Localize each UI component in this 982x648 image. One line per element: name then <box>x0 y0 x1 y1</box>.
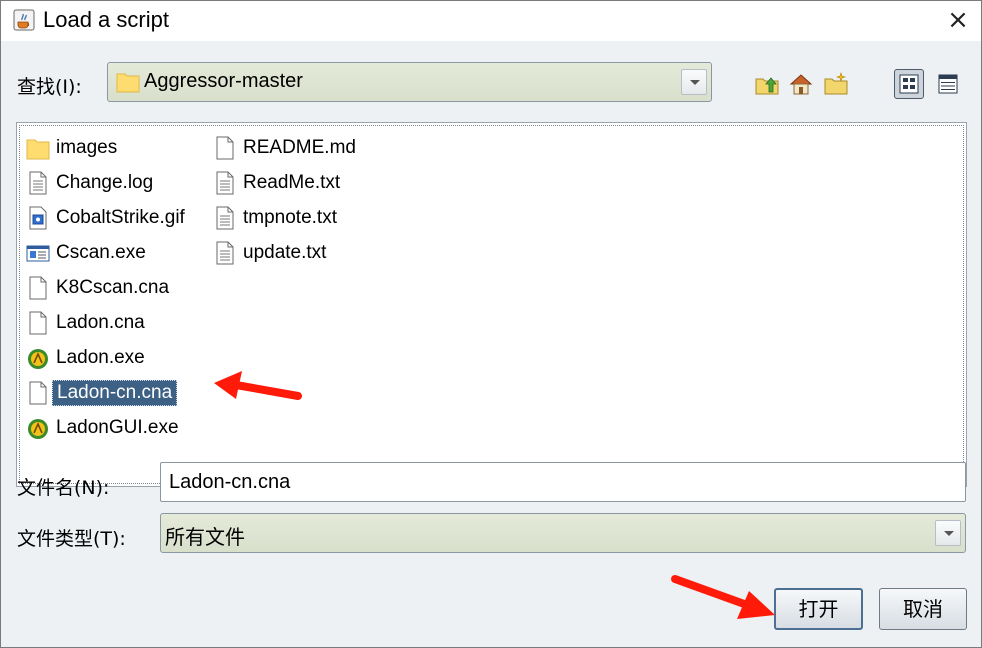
lookin-combobox[interactable]: Aggressor-master <box>107 62 712 102</box>
file-item[interactable]: README.md <box>213 130 356 165</box>
file-item[interactable]: tmpnote.txt <box>213 200 356 235</box>
file-item[interactable]: Ladon.exe <box>26 340 185 375</box>
blank-file-icon <box>26 275 50 301</box>
file-item[interactable]: Cscan.exe <box>26 235 185 270</box>
file-name: ReadMe.txt <box>243 171 341 193</box>
file-column-1: images Change.log CobaltStrike.gif Cscan.ex… <box>26 130 185 445</box>
filename-label: 文件名(N): <box>17 477 110 499</box>
folder-icon <box>26 135 50 161</box>
open-button[interactable]: 打开 <box>774 588 863 630</box>
file-name: LadonGUI.exe <box>56 416 179 438</box>
file-column-2: README.md ReadMe.txt tmpnote.txt update.txt <box>213 130 356 270</box>
file-list-viewport: images Change.log CobaltStrike.gif Cscan.ex… <box>19 125 964 484</box>
lookin-label: 查找(I): <box>17 76 82 98</box>
file-item[interactable]: Change.log <box>26 165 185 200</box>
filetype-dropdown-arrow[interactable] <box>935 520 961 546</box>
file-name: Change.log <box>56 171 154 193</box>
file-item[interactable]: K8Cscan.cna <box>26 270 185 305</box>
file-item[interactable]: images <box>26 130 185 165</box>
lookin-dropdown-arrow[interactable] <box>681 69 707 95</box>
blank-file-icon <box>213 135 237 161</box>
load-script-dialog: Load a script × 查找(I): Aggressor-master <box>0 0 982 648</box>
ladon-app-icon <box>26 345 50 371</box>
text-file-icon <box>26 170 50 196</box>
dialog-title: Load a script <box>43 7 169 32</box>
text-file-icon <box>213 205 237 231</box>
close-button[interactable]: × <box>941 4 975 36</box>
file-name: tmpnote.txt <box>243 206 337 228</box>
ladon-app-icon <box>26 415 50 441</box>
lookin-value: Aggressor-master <box>144 70 303 92</box>
details-view-icon <box>938 74 958 94</box>
list-view-icon <box>899 74 919 94</box>
cancel-button[interactable]: 取消 <box>879 588 967 630</box>
file-name: images <box>56 136 118 158</box>
file-item[interactable]: CobaltStrike.gif <box>26 200 185 235</box>
filetype-label: 文件类型(T): <box>17 528 126 550</box>
filename-input[interactable] <box>160 462 966 502</box>
filetype-combobox[interactable]: 所有文件 <box>160 513 966 553</box>
text-file-icon <box>213 240 237 266</box>
file-item[interactable]: LadonGUI.exe <box>26 410 185 445</box>
dialog-body: 查找(I): Aggressor-master images Change.lo… <box>1 42 981 647</box>
file-name: CobaltStrike.gif <box>56 206 185 228</box>
file-name: Ladon.exe <box>56 346 145 368</box>
file-name: README.md <box>243 136 356 158</box>
exe-window-icon <box>26 240 50 266</box>
file-name: update.txt <box>243 241 327 263</box>
file-item[interactable]: update.txt <box>213 235 356 270</box>
image-file-icon <box>26 205 50 231</box>
title-bar: Load a script × <box>1 1 981 41</box>
up-one-level-icon[interactable] <box>754 71 780 97</box>
file-list[interactable]: images Change.log CobaltStrike.gif Cscan.ex… <box>16 122 967 487</box>
blank-file-icon <box>26 380 50 406</box>
file-name: Ladon-cn.cna <box>52 379 178 406</box>
blank-file-icon <box>26 310 50 336</box>
file-item[interactable]: ReadMe.txt <box>213 165 356 200</box>
text-file-icon <box>213 170 237 196</box>
file-name: Ladon.cna <box>56 311 145 333</box>
new-folder-icon[interactable] <box>823 71 849 97</box>
file-name: K8Cscan.cna <box>56 276 170 298</box>
list-view-button[interactable] <box>894 69 924 99</box>
home-icon[interactable] <box>788 71 814 97</box>
filetype-value: 所有文件 <box>165 525 245 549</box>
file-item[interactable]: Ladon.cna <box>26 305 185 340</box>
file-item[interactable]: Ladon-cn.cna <box>26 375 185 410</box>
details-view-button[interactable] <box>936 69 962 99</box>
folder-icon <box>116 70 140 94</box>
file-name: Cscan.exe <box>56 241 146 263</box>
java-cup-icon <box>13 9 35 31</box>
